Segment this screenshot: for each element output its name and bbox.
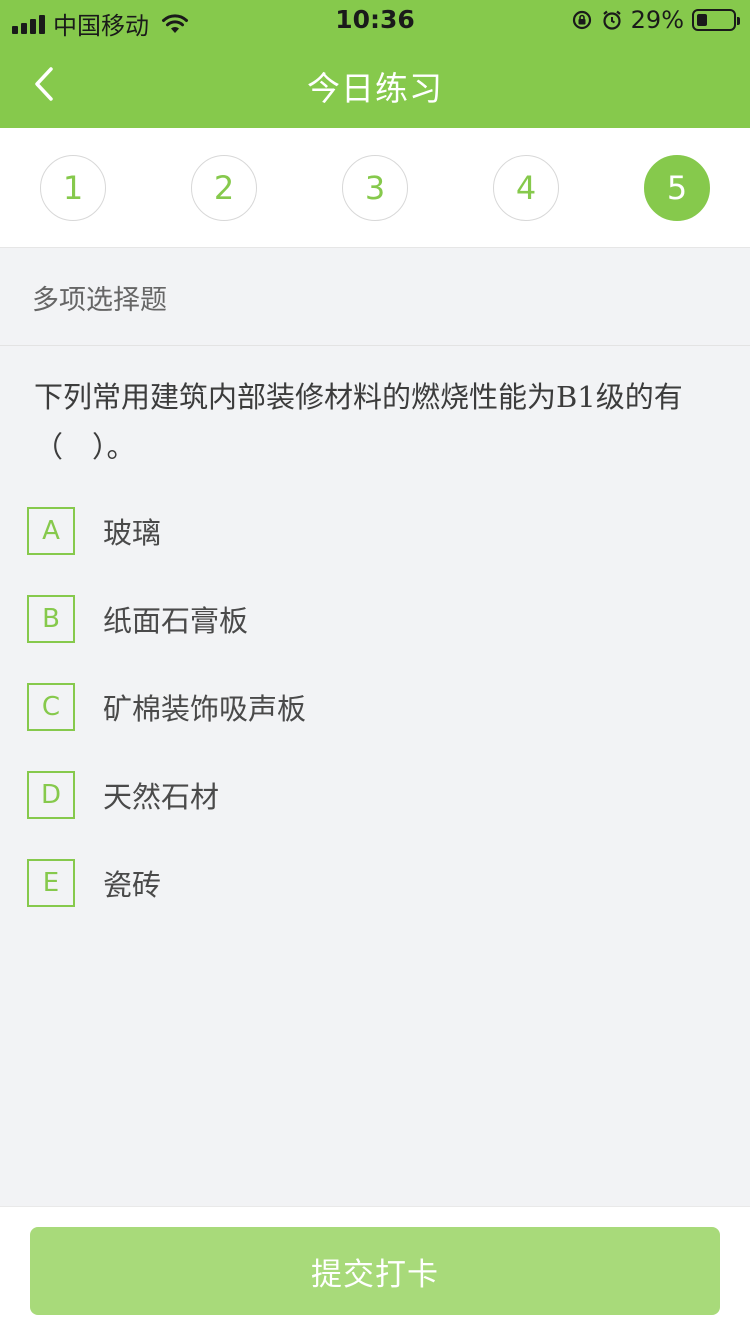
option-text: 矿棉装饰吸声板 [103,692,307,726]
rotation-lock-icon [572,10,591,30]
option-c[interactable]: C 矿棉装饰吸声板 [27,682,717,732]
step-5[interactable]: 5 [644,155,710,221]
option-letter: E [27,859,75,907]
option-a[interactable]: A 玻璃 [27,506,717,556]
alarm-icon [602,10,621,30]
page-title: 今日练习 [307,69,443,108]
submit-checkin-button[interactable]: 提交打卡 [30,1227,720,1315]
step-4[interactable]: 4 [493,155,559,221]
step-2[interactable]: 2 [191,155,257,221]
option-text: 天然石材 [103,780,220,814]
question-line-1: 下列常用建筑内部装修材料的燃烧性能为B1级的有 [34,380,683,414]
question-line-2: （ ）。 [34,430,136,464]
option-text: 瓷砖 [103,868,162,902]
question-type-label: 多项选择题 [0,249,750,346]
option-letter: C [27,683,75,731]
battery-icon [692,9,740,31]
app-header: 中国移动 10:36 29% 今日练习 [0,0,750,128]
option-e[interactable]: E 瓷砖 [27,858,717,908]
option-b[interactable]: B 纸面石膏板 [27,594,717,644]
question-text: 下列常用建筑内部装修材料的燃烧性能为B1级的有 （ ）。 [34,372,714,472]
option-text: 纸面石膏板 [103,604,249,638]
option-d[interactable]: D 天然石材 [27,770,717,820]
battery-percent: 29% [630,6,684,34]
step-1[interactable]: 1 [40,155,106,221]
option-letter: D [27,771,75,819]
question-step-bar: 1 2 3 4 5 [0,128,750,248]
status-bar: 中国移动 10:36 29% [0,0,750,40]
option-text: 玻璃 [103,516,162,550]
step-3[interactable]: 3 [342,155,408,221]
footer-bar: 提交打卡 [0,1206,750,1334]
option-letter: A [27,507,75,555]
option-letter: B [27,595,75,643]
